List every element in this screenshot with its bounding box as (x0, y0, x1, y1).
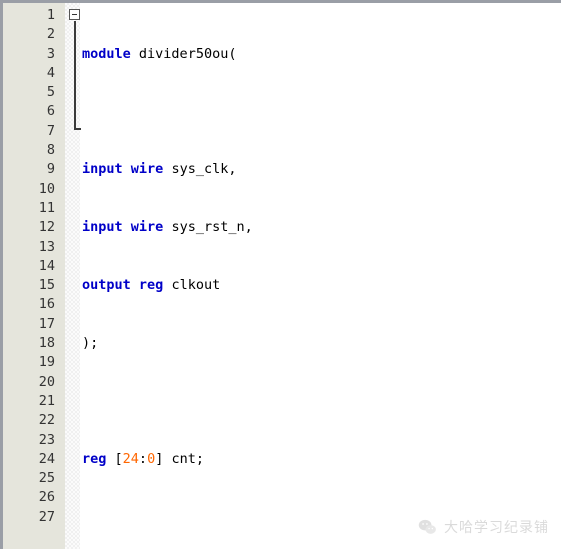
line-number: 18 (38, 335, 55, 352)
code-line: input wire sys_clk, (82, 161, 237, 178)
line-number: 19 (38, 354, 55, 371)
line-number-column: 1 2 3 4 5 6 7 8 9 10 11 12 13 14 15 16 1… (3, 3, 55, 527)
line-number: 25 (38, 470, 55, 487)
wechat-icon (418, 518, 437, 537)
line-number: 2 (46, 26, 55, 43)
line-number: 24 (38, 450, 55, 467)
line-number: 9 (46, 161, 55, 178)
watermark-text: 大哈学习纪录铺 (444, 520, 549, 536)
line-number: 6 (46, 103, 55, 120)
code-fold-bracket (74, 21, 81, 130)
code-line: input wire sys_rst_n, (82, 219, 253, 236)
line-number: 8 (46, 142, 55, 159)
line-number: 22 (38, 412, 55, 429)
line-number: 21 (38, 392, 55, 409)
line-number: 11 (38, 199, 55, 216)
code-line: module divider50ou( (82, 45, 237, 62)
line-number: 14 (38, 257, 55, 274)
code-content[interactable]: module divider50ou( input wire sys_clk, … (82, 3, 561, 549)
line-number: 15 (38, 277, 55, 294)
watermark: 大哈学习纪录铺 (418, 517, 549, 537)
line-number: 13 (38, 238, 55, 255)
code-line: ); (82, 335, 99, 352)
line-number: 12 (38, 219, 55, 236)
line-number: 26 (38, 489, 55, 506)
code-line: reg [24:0] cnt; (82, 450, 204, 467)
line-number: 16 (38, 296, 55, 313)
line-number: 17 (38, 315, 55, 332)
gutter-fold-strip (65, 3, 80, 549)
line-number: 7 (46, 122, 55, 139)
code-editor: 1 2 3 4 5 6 7 8 9 10 11 12 13 14 15 16 1… (0, 0, 561, 549)
line-number: 10 (38, 180, 55, 197)
code-line: output reg clkout (82, 277, 221, 294)
code-fold-collapse-icon[interactable] (69, 9, 80, 20)
line-number: 20 (38, 373, 55, 390)
line-number: 27 (38, 508, 55, 525)
line-number: 23 (38, 431, 55, 448)
line-number: 3 (46, 45, 55, 62)
line-number: 1 (46, 7, 55, 23)
line-number: 4 (46, 64, 55, 81)
line-number: 5 (46, 84, 55, 101)
